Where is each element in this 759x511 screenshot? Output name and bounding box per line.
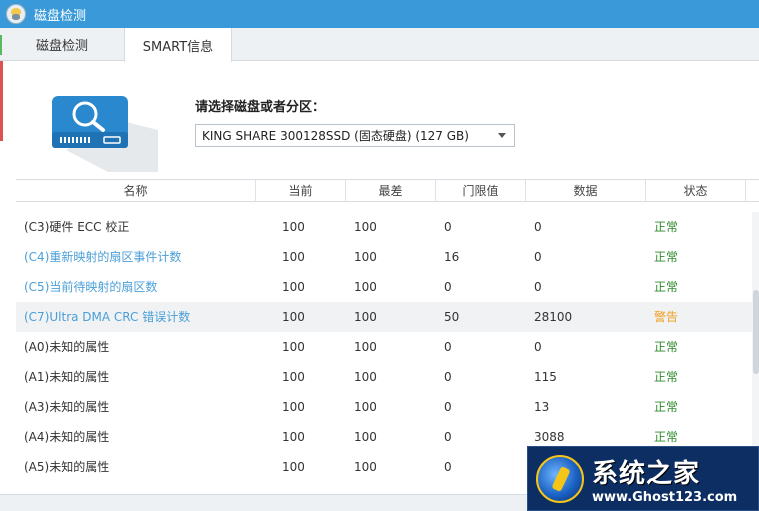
watermark-logo: 系统之家 www.Ghost123.com [527,446,759,511]
current-value: 100 [282,310,305,324]
threshold-value: 16 [444,250,460,264]
left-edge-decoration [0,35,2,55]
status-text: 正常 [654,340,679,354]
table-row[interactable]: (A1)未知的属性 100 100 0 115 正常 [16,362,752,392]
worst-value: 100 [354,460,377,474]
current-value: 100 [282,280,305,294]
threshold-value: 0 [444,460,452,474]
attribute-name: (C3)硬件 ECC 校正 [24,220,130,234]
current-value: 100 [282,250,305,264]
current-value: 100 [282,460,305,474]
column-header-current[interactable]: 当前 [256,180,346,202]
tab-bar: 磁盘检测 SMART信息 [0,28,759,62]
threshold-value: 0 [444,340,452,354]
raw-data-value: 0 [534,340,542,354]
table-header: 名称 当前 最差 门限值 数据 状态 [16,179,759,202]
tab-disk-check[interactable]: 磁盘检测 [0,28,124,61]
table-row-selected[interactable]: (C7)Ultra DMA CRC 错误计数 100 100 50 28100 … [16,302,752,332]
current-value: 100 [282,400,305,414]
disk-select-value: KING SHARE 300128SSD (固态硬盘) (127 GB) [202,129,469,143]
hard-disk-icon [52,96,158,172]
title-bar: 磁盘检测 [0,0,759,28]
disk-select-dropdown[interactable]: KING SHARE 300128SSD (固态硬盘) (127 GB) [195,124,515,147]
attribute-name: (A1)未知的属性 [24,370,110,384]
status-text: 正常 [654,370,679,384]
vertical-scrollbar-thumb[interactable] [753,290,759,374]
status-text: 正常 [654,400,679,414]
attribute-name: (A0)未知的属性 [24,340,110,354]
current-value: 100 [282,220,305,234]
worst-value: 100 [354,250,377,264]
chevron-down-icon[interactable] [498,133,506,138]
window-title: 磁盘检测 [34,8,87,24]
table-row[interactable]: (C4)重新映射的扇区事件计数 100 100 16 0 正常 [16,242,752,272]
raw-data-value: 13 [534,400,550,414]
attribute-name: (A5)未知的属性 [24,460,110,474]
current-value: 100 [282,340,305,354]
attribute-name: (C5)当前待映射的扇区数 [24,280,158,294]
watermark-text: 系统之家 www.Ghost123.com [592,453,737,505]
watermark-title: 系统之家 [592,458,701,489]
left-edge-decoration [0,61,3,141]
watermark-globe-icon [536,454,584,503]
threshold-value: 50 [444,310,460,324]
worst-value: 100 [354,370,377,384]
column-header-data[interactable]: 数据 [526,180,646,202]
threshold-value: 0 [444,220,452,234]
table-row[interactable]: (A0)未知的属性 100 100 0 0 正常 [16,332,752,362]
raw-data-value: 28100 [534,310,573,324]
attribute-name: (C4)重新映射的扇区事件计数 [24,250,182,264]
worst-value: 100 [354,280,377,294]
status-text: 正常 [654,250,679,264]
worst-value: 100 [354,340,377,354]
table-row[interactable]: (C3)硬件 ECC 校正 100 100 0 0 正常 [16,212,752,242]
attribute-name: (A4)未知的属性 [24,430,110,444]
current-value: 100 [282,430,305,444]
raw-data-value: 0 [534,280,542,294]
status-text: 警告 [654,310,679,324]
worst-value: 100 [354,310,377,324]
watermark-url: www.Ghost123.com [592,489,738,505]
threshold-value: 0 [444,280,452,294]
threshold-value: 0 [444,400,452,414]
column-header-threshold[interactable]: 门限值 [436,180,526,202]
worst-value: 100 [354,430,377,444]
raw-data-value: 0 [534,250,542,264]
table-row[interactable]: (A3)未知的属性 100 100 0 13 正常 [16,392,752,422]
threshold-value: 0 [444,370,452,384]
disk-select-label: 请选择磁盘或者分区： [195,100,326,115]
raw-data-value: 115 [534,370,557,384]
column-header-name[interactable]: 名称 [16,180,256,202]
status-text: 正常 [654,280,679,294]
current-value: 100 [282,370,305,384]
tab-smart-info[interactable]: SMART信息 [124,28,232,62]
app-logo-icon [6,4,26,24]
table-body: (C3)硬件 ECC 校正 100 100 0 0 正常 (C4)重新映射的扇区… [16,212,752,482]
worst-value: 100 [354,220,377,234]
attribute-name: (A3)未知的属性 [24,400,110,414]
status-text: 正常 [654,220,679,234]
worst-value: 100 [354,400,377,414]
attribute-name: (C7)Ultra DMA CRC 错误计数 [24,310,191,324]
threshold-value: 0 [444,430,452,444]
column-header-status[interactable]: 状态 [646,180,746,202]
column-header-worst[interactable]: 最差 [346,180,436,202]
raw-data-value: 0 [534,220,542,234]
table-row[interactable]: (C5)当前待映射的扇区数 100 100 0 0 正常 [16,272,752,302]
